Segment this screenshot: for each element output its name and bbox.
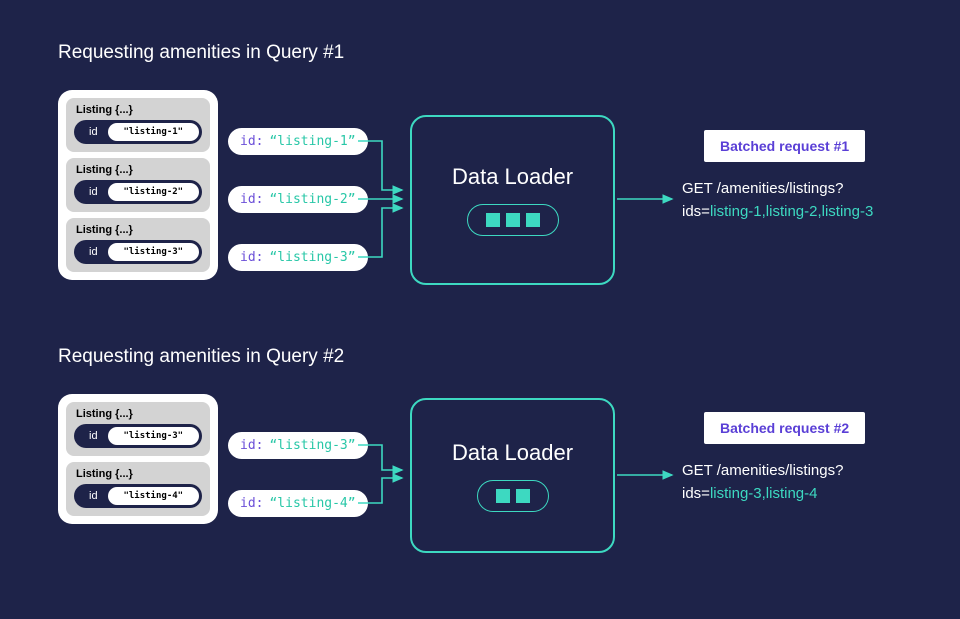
pill-val: “listing-3” [263,250,355,265]
listing-panel-1: Listing {...} id "listing-1" Listing {..… [58,90,218,280]
request-text-2: GET /amenities/listings? ids=listing-3,l… [682,460,843,505]
listing-card: Listing {...} id "listing-3" [66,218,210,272]
listing-header: Listing {...} [74,224,202,236]
listing-header: Listing {...} [74,164,202,176]
loader-pill [477,480,549,512]
id-pill-3: id: “listing-3” [228,244,368,271]
pill-val: “listing-3” [263,438,355,453]
id-value: "listing-3" [108,243,199,261]
loader-square [486,213,500,227]
request-line-2: ids=listing-3,listing-4 [682,483,843,506]
loader-square [526,213,540,227]
loader-square [496,489,510,503]
pill-key: id: [240,438,263,453]
listing-card: Listing {...} id "listing-1" [66,98,210,152]
id-pill-4: id: “listing-3” [228,432,368,459]
id-pill-1: id: “listing-1” [228,128,368,155]
loader-pill [467,204,559,236]
batched-label-1: Batched request #1 [704,130,865,162]
pill-key: id: [240,496,263,511]
pill-val: “listing-4” [263,496,355,511]
listing-panel-2: Listing {...} id "listing-3" Listing {..… [58,394,218,524]
pill-key: id: [240,192,263,207]
id-row: id "listing-2" [74,180,202,204]
id-row: id "listing-4" [74,484,202,508]
pill-val: “listing-1” [263,134,355,149]
dataloader-title: Data Loader [452,164,573,190]
id-value: "listing-3" [108,427,199,445]
listing-card: Listing {...} id "listing-4" [66,462,210,516]
dataloader-box-2: Data Loader [410,398,615,553]
id-value: "listing-1" [108,123,199,141]
request-line-2: ids=listing-1,listing-2,listing-3 [682,201,873,224]
id-value: "listing-2" [108,183,199,201]
pill-val: “listing-2” [263,192,355,207]
listing-card: Listing {...} id "listing-2" [66,158,210,212]
id-row: id "listing-3" [74,240,202,264]
dataloader-box-1: Data Loader [410,115,615,285]
listing-header: Listing {...} [74,104,202,116]
listing-card: Listing {...} id "listing-3" [66,402,210,456]
id-label: id [77,126,108,138]
id-label: id [77,490,108,502]
id-pill-2: id: “listing-2” [228,186,368,213]
dataloader-title: Data Loader [452,440,573,466]
id-row: id "listing-3" [74,424,202,448]
request-line-1: GET /amenities/listings? [682,460,843,483]
pill-key: id: [240,250,263,265]
request-line-1: GET /amenities/listings? [682,178,873,201]
pill-key: id: [240,134,263,149]
id-row: id "listing-1" [74,120,202,144]
id-label: id [77,430,108,442]
loader-square [516,489,530,503]
id-label: id [77,186,108,198]
listing-header: Listing {...} [74,408,202,420]
loader-square [506,213,520,227]
id-pill-5: id: “listing-4” [228,490,368,517]
id-label: id [77,246,108,258]
section-2-title: Requesting amenities in Query #2 [58,346,344,368]
section-1-title: Requesting amenities in Query #1 [58,42,344,64]
batched-label-2: Batched request #2 [704,412,865,444]
id-value: "listing-4" [108,487,199,505]
listing-header: Listing {...} [74,468,202,480]
request-text-1: GET /amenities/listings? ids=listing-1,l… [682,178,873,223]
